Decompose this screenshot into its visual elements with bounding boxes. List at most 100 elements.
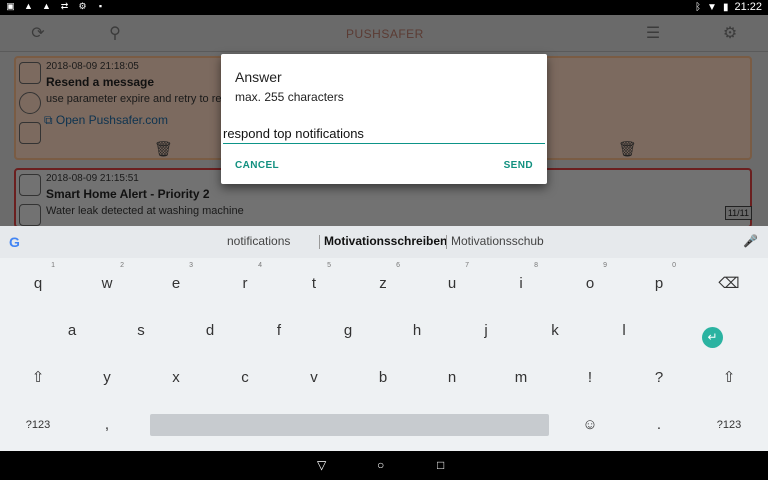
key-hint: 3 [189,262,193,269]
backspace-icon: ⌫ [718,275,740,292]
enter-key[interactable]: ↵ [702,327,723,348]
key-hint: 5 [327,262,331,269]
key-p[interactable]: p0 [636,262,682,304]
key-label: o [585,275,595,292]
key-a[interactable]: a [49,311,95,351]
key-r[interactable]: r4 [222,262,268,304]
back-icon[interactable]: ▽ [317,458,326,472]
key-w[interactable]: w2 [84,262,130,304]
cancel-button[interactable]: CANCEL [235,160,279,171]
key-x[interactable]: x [153,358,199,398]
key-label: z [379,275,387,292]
answer-dialog: Answer max. 255 characters CANCEL SEND [221,54,547,184]
key-period[interactable]: . [636,405,682,445]
emoji-icon: ☺ [582,416,598,433]
emoji-key[interactable]: ☺ [567,405,613,445]
key-h[interactable]: h [394,311,440,351]
list-icon[interactable]: ☰ [644,25,662,43]
key-m[interactable]: m [498,358,544,398]
settings-notification-icon: ⚙ [78,1,87,11]
key-q[interactable]: q1 [15,262,61,304]
link-label[interactable]: Open Pushsafer.com [56,113,168,127]
key-hint: 6 [396,262,400,269]
bluetooth-icon: ᛒ [695,1,702,13]
message-date: 2018-08-09 21:18:05 [46,61,139,72]
home-icon[interactable]: ○ [377,458,384,472]
key-label: y [103,369,111,386]
symbols-key[interactable]: ?123 [15,405,61,445]
key-label: a [67,322,77,339]
message-title: Smart Home Alert - Priority 2 [46,187,210,201]
key-n[interactable]: n [429,358,475,398]
reply-icon[interactable] [19,122,41,144]
space-key[interactable] [150,414,549,436]
key-label: ?123 [716,419,742,431]
usb-icon: ⇄ [60,1,69,11]
key-question[interactable]: ? [636,358,682,398]
key-t[interactable]: t5 [291,262,337,304]
suggestion[interactable]: Motivationsschreiben [324,234,447,248]
key-label: k [551,322,559,339]
camera-notification-icon: ▣ [6,1,15,11]
shift-icon: ⇧ [722,369,736,386]
search-icon[interactable]: ⚲ [106,25,124,43]
dialog-message: max. 255 characters [235,90,344,104]
refresh-icon[interactable]: ⟳ [29,25,47,43]
recents-icon[interactable]: □ [437,458,444,472]
dialog-title: Answer [235,69,282,85]
message-text: Water leak detected at washing machine [46,205,244,217]
suggestion[interactable]: notifications [227,234,290,248]
key-z[interactable]: z6 [360,262,406,304]
key-s[interactable]: s [118,311,164,351]
key-label: ! [587,369,593,386]
key-hint: 8 [534,262,538,269]
answer-input[interactable] [223,124,545,144]
key-label: ?123 [25,419,51,431]
key-hint: 2 [120,262,124,269]
message-text: use parameter expire and retry to res [46,93,227,105]
soft-keyboard: G notifications Motivationsschreiben Mot… [0,226,768,451]
key-label: b [378,369,388,386]
key-j[interactable]: j [463,311,509,351]
key-d[interactable]: d [187,311,233,351]
trash-icon[interactable]: 🗑 [154,140,173,158]
suggestion[interactable]: Motivationsschub [451,234,544,248]
trash-icon[interactable]: 🗑 [618,140,637,158]
key-g[interactable]: g [325,311,371,351]
key-label: c [241,369,249,386]
gear-icon[interactable]: ⚙ [721,25,739,43]
key-c[interactable]: c [222,358,268,398]
key-label: m [514,369,528,386]
key-label: g [343,322,353,339]
key-label: ? [654,369,664,386]
message-link[interactable]: ⧉ Open Pushsafer.com [44,113,168,128]
mic-icon[interactable]: 🎤 [743,234,758,248]
shift-key[interactable]: ⇧ [706,358,752,398]
key-u[interactable]: u7 [429,262,475,304]
key-comma[interactable]: , [84,405,130,445]
google-icon[interactable]: G [9,234,20,250]
send-button[interactable]: SEND [504,160,533,171]
key-label: f [276,322,282,339]
battery-icon: ▮ [722,1,729,13]
symbols-key[interactable]: ?123 [706,405,752,445]
key-y[interactable]: y [84,358,130,398]
backspace-key[interactable]: ⌫ [706,264,752,304]
key-exclamation[interactable]: ! [567,358,613,398]
key-o[interactable]: o9 [567,262,613,304]
app-toolbar: ⟳ ⚲ PUSHSAFER ☰ ⚙ [0,15,768,52]
key-f[interactable]: f [256,311,302,351]
reply-icon[interactable] [19,204,41,226]
key-k[interactable]: k [532,311,578,351]
key-label: n [447,369,457,386]
key-b[interactable]: b [360,358,406,398]
key-i[interactable]: i8 [498,262,544,304]
key-l[interactable]: l [601,311,647,351]
key-hint: 4 [258,262,262,269]
shift-key[interactable]: ⇧ [15,358,61,398]
divider [319,235,320,249]
message-date: 2018-08-09 21:15:51 [46,173,139,184]
key-e[interactable]: e3 [153,262,199,304]
status-bar: ▣ ▲ ▲ ⇄ ⚙ ▪ ᛒ ▼ ▮ 21:22 [0,0,768,15]
key-v[interactable]: v [291,358,337,398]
